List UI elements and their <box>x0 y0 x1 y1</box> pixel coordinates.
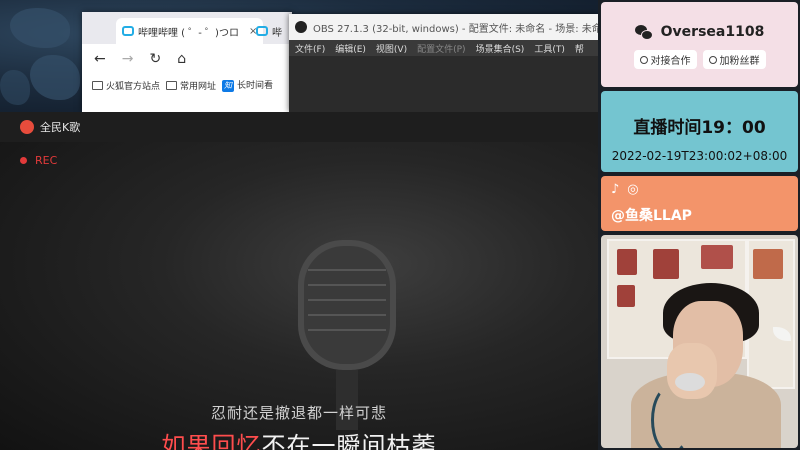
back-icon[interactable]: ← <box>94 51 106 67</box>
karaoke-app-icon <box>20 120 34 134</box>
obs-menu-file[interactable]: 文件(F) <box>295 42 325 55</box>
bilibili-icon <box>256 26 268 36</box>
obs-title: OBS 27.1.3 (32-bit, windows) - 配置文件: 未命名… <box>313 23 598 35</box>
lyric-line-current: 如果回忆不在一瞬间枯萎 <box>0 426 598 450</box>
app-badge: 全民K歌 <box>20 119 80 135</box>
browser-tab-bilibili[interactable]: 哔哩哔哩 ( ゜- ゜)つロ × <box>116 18 264 44</box>
bookmark-firefox[interactable]: 火狐官方站点 <box>92 79 160 92</box>
firefox-window[interactable]: 哔哩哔哩 ( ゜- ゜)つロ × 哔 ← → ↻ ⌂ 火狐官方站点 常用网址 知… <box>82 12 292 112</box>
browser-tab-strip: 哔哩哔哩 ( ゜- ゜)つロ × 哔 <box>82 12 292 44</box>
stream-canvas: 哔哩哔哩 ( ゜- ゜)つロ × 哔 ← → ↻ ⌂ 火狐官方站点 常用网址 知… <box>0 0 800 450</box>
social-handle-panel: ♪ ◎ @鱼桑LLAP <box>601 176 798 231</box>
lyric-remaining-part: 不在一瞬间枯萎 <box>261 432 437 450</box>
lyric-sung-part: 如果回忆 <box>161 432 262 450</box>
reload-icon[interactable]: ↻ <box>149 51 161 67</box>
wechat-id: Oversea1108 <box>660 24 765 40</box>
obs-menu-tools[interactable]: 工具(T) <box>534 42 565 55</box>
obs-menu-view[interactable]: 视图(V) <box>376 42 407 55</box>
wechat-icon <box>634 24 653 40</box>
live-time-panel: 直播时间19：00 2022-02-19T23:00:02+08:00 <box>601 91 798 172</box>
captured-screen: 哔哩哔哩 ( ゜- ゜)つロ × 哔 ← → ↻ ⌂ 火狐官方站点 常用网址 知… <box>0 0 598 450</box>
bookmark-common-sites[interactable]: 常用网址 <box>166 79 216 92</box>
bookmark-zhihu[interactable]: 知长时间看 <box>222 78 273 92</box>
tab-label: 哔哩哔哩 ( ゜- ゜)つロ <box>138 27 239 39</box>
tiktok-icon: ♪ <box>611 182 620 197</box>
tab-label: 哔 <box>272 27 282 39</box>
browser-tab-bilibili-2[interactable]: 哔 <box>250 18 288 44</box>
folder-icon <box>92 80 103 90</box>
bilibili-icon <box>122 26 134 36</box>
app-name: 全民K歌 <box>40 121 81 134</box>
obs-titlebar: OBS 27.1.3 (32-bit, windows) - 配置文件: 未命名… <box>289 14 598 40</box>
obs-window[interactable]: OBS 27.1.3 (32-bit, windows) - 配置文件: 未命名… <box>289 14 598 112</box>
obs-menu-help[interactable]: 帮 <box>575 42 584 55</box>
rec-indicator: REC <box>20 154 57 167</box>
zhihu-icon: 知 <box>222 80 235 92</box>
heart-icon <box>639 55 648 64</box>
chat-icon <box>708 55 717 64</box>
obs-menu-profile[interactable]: 配置文件(P) <box>417 42 465 55</box>
forward-icon[interactable]: → <box>122 51 134 67</box>
folder-icon <box>166 80 178 90</box>
browser-nav-bar: ← → ↻ ⌂ <box>82 44 292 74</box>
obs-menu-scene-collection[interactable]: 场景集合(S) <box>476 42 525 55</box>
bookmarks-bar: 火狐官方站点 常用网址 知长时间看 <box>82 74 292 96</box>
lyric-line-upcoming: 忍耐还是撤退都一样可悲 <box>210 404 387 422</box>
fan-group-chip: 加粉丝群 <box>702 50 766 69</box>
webcam-feed <box>601 235 798 448</box>
clock-readout: 2022-02-19T23:00:02+08:00 <box>611 149 788 163</box>
business-chip: 对接合作 <box>633 50 697 69</box>
record-dot-icon <box>20 157 27 164</box>
rec-label: REC <box>35 154 58 167</box>
obs-logo-icon <box>295 21 307 33</box>
karaoke-video: 全民K歌 REC 忍耐还是撤退都一样可悲 如果回忆不在一瞬间枯萎 <box>0 112 598 450</box>
karaoke-topbar <box>0 112 598 142</box>
obs-menubar: 文件(F) 编辑(E) 视图(V) 配置文件(P) 场景集合(S) 工具(T) … <box>289 40 598 56</box>
live-time-title: 直播时间19：00 <box>633 118 766 138</box>
weibo-icon: ◎ <box>627 182 639 197</box>
social-handle: @鱼桑LLAP <box>611 208 692 224</box>
wechat-panel: Oversea1108 对接合作 加粉丝群 <box>601 2 798 87</box>
home-icon[interactable]: ⌂ <box>177 51 186 67</box>
obs-menu-edit[interactable]: 编辑(E) <box>335 42 366 55</box>
